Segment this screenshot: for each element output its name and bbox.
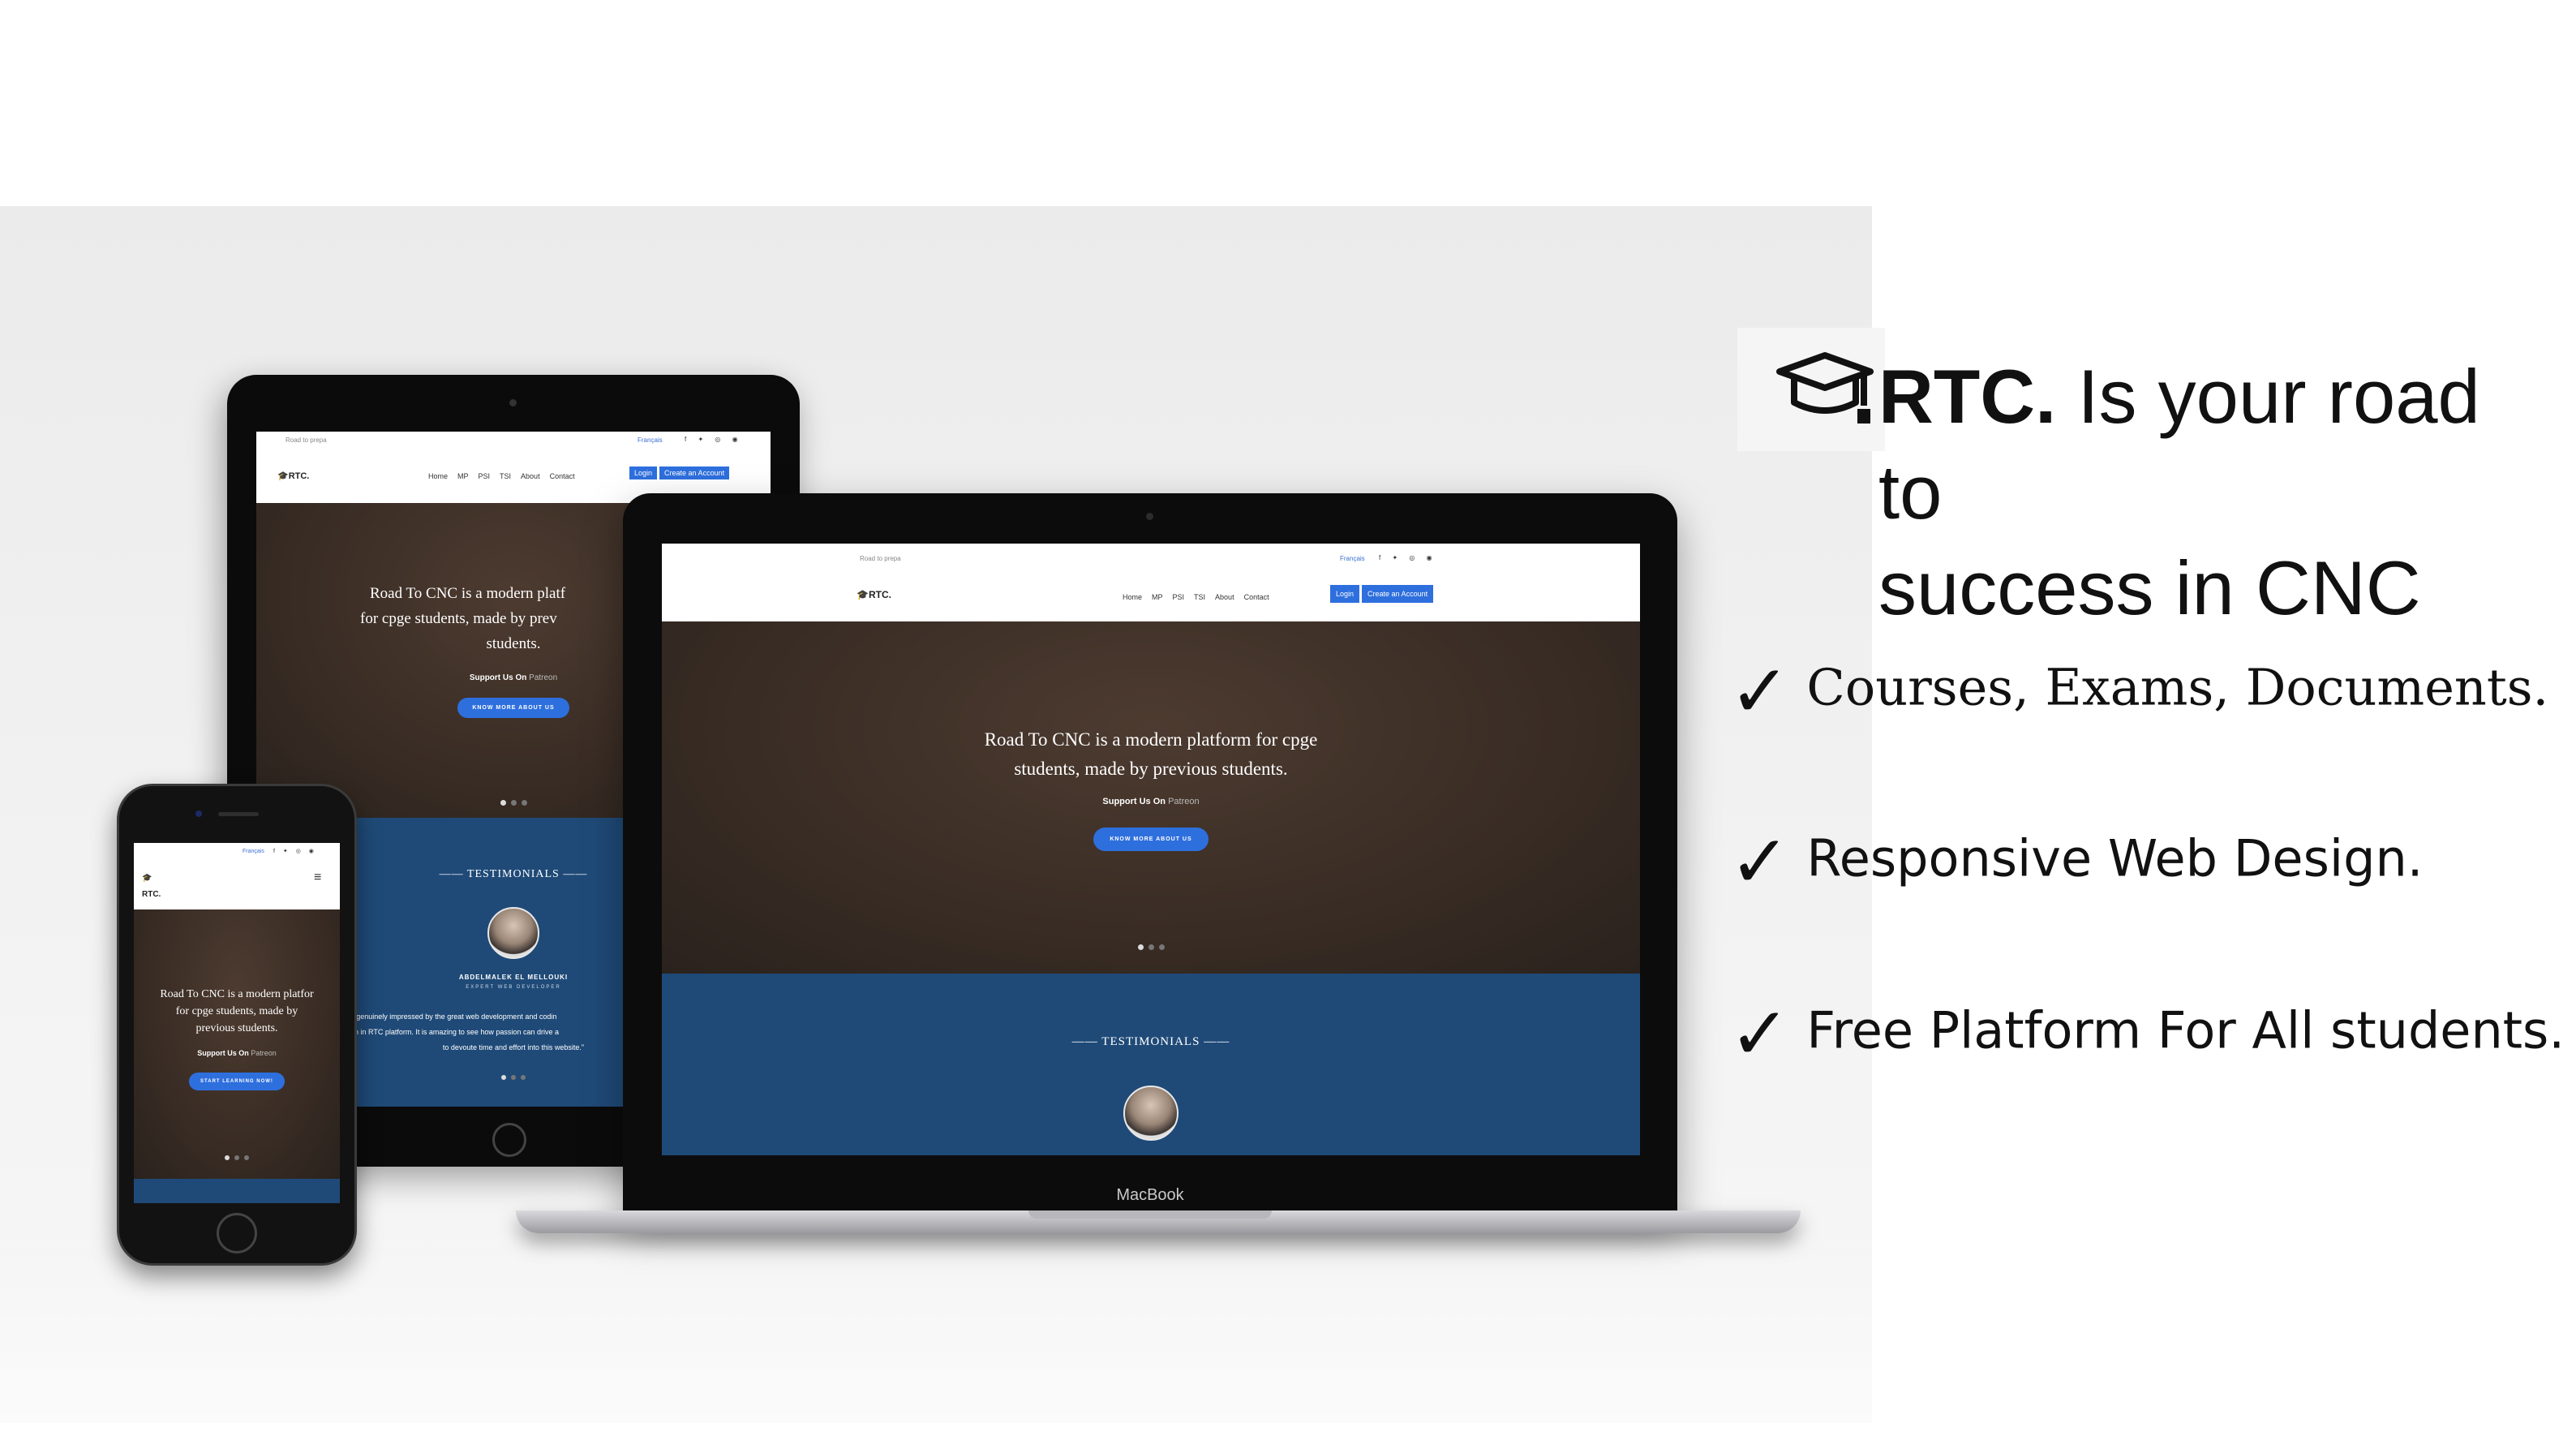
know-more-button[interactable]: KNOW MORE ABOUT US: [457, 698, 569, 718]
tablet-camera: [509, 399, 517, 406]
site-topbar: Français f ✦ ◎ ◉: [134, 843, 340, 862]
patreon-link[interactable]: Patreon: [529, 673, 557, 682]
tablet-home-button: [492, 1123, 526, 1157]
graduation-cap-icon: [1776, 352, 1874, 424]
login-button[interactable]: Login: [629, 467, 658, 479]
language-link[interactable]: Français: [243, 849, 264, 854]
check-icon: ✓: [1729, 819, 1791, 905]
avatar-wrap: [662, 1086, 1640, 1145]
phone-speaker: [218, 812, 259, 816]
site-logo[interactable]: 🎓RTC.: [277, 471, 309, 481]
patreon-link[interactable]: Patreon: [1168, 797, 1200, 806]
testimonials-heading: —— TESTIMONIALS ——: [1071, 1035, 1230, 1048]
site-topbar: Road to prepa Français f ✦ ◎ ◉: [256, 432, 771, 450]
phone-home-button: [217, 1213, 257, 1253]
create-account-button[interactable]: Create an Account: [659, 467, 730, 479]
nav-links: Home MP PSI TSI About Contact: [1113, 593, 1269, 601]
start-learning-button[interactable]: START LEARNING NOW!: [189, 1073, 285, 1090]
nav-psi[interactable]: PSI: [479, 472, 491, 480]
nav-contact[interactable]: Contact: [550, 472, 575, 480]
cta-wrap: START LEARNING NOW!: [134, 1072, 340, 1090]
avatar: [1123, 1086, 1179, 1141]
headline-brand: RTC.: [1878, 354, 2057, 439]
phone-device: Français f ✦ ◎ ◉ 🎓 RTC. ≡ Road To CNC is …: [117, 784, 357, 1266]
nav-actions: Login Create an Account: [1330, 585, 1434, 603]
feature-text: Free Platform For All students.: [1806, 1000, 2565, 1060]
social-icons[interactable]: f ✦ ◎ ◉: [273, 848, 317, 854]
laptop-camera: [1146, 513, 1153, 520]
nav-psi[interactable]: PSI: [1173, 593, 1185, 601]
laptop-notch: [1028, 1210, 1272, 1219]
phone-screen: Français f ✦ ◎ ◉ 🎓 RTC. ≡ Road To CNC is …: [134, 843, 340, 1203]
hero-section: Road To CNC is a modern platform for cpg…: [662, 621, 1640, 974]
hero-title: Road To CNC is a modern platfor for cpge…: [160, 988, 314, 1034]
laptop-screen: Road to prepa Français f ✦ ◎ ◉ 🎓RTC. Hom…: [662, 544, 1640, 1155]
site-nav: 🎓 RTC. ≡: [134, 861, 340, 909]
nav-tsi[interactable]: TSI: [500, 472, 511, 480]
mockup-floor: [0, 1246, 1872, 1423]
laptop-device: Road to prepa Français f ✦ ◎ ◉ 🎓RTC. Hom…: [623, 493, 1677, 1215]
site-nav: 🎓RTC. Home MP PSI TSI About Contact Login Crea…: [662, 573, 1640, 621]
hamburger-icon[interactable]: ≡: [314, 871, 321, 885]
feature-courses: ✓ Courses, Exams, Documents.: [1729, 649, 2573, 734]
laptop-brand-label: MacBook: [1116, 1186, 1184, 1204]
support-line: Support Us On Patreon: [197, 1049, 277, 1057]
phone-camera: [195, 810, 202, 817]
check-icon: ✓: [1729, 991, 1791, 1077]
site-logo[interactable]: 🎓RTC.: [142, 871, 161, 903]
feature-text: Responsive Web Design.: [1806, 828, 2424, 888]
cta-wrap: KNOW MORE ABOUT US: [662, 828, 1640, 851]
headline: RTC. Is your road to success in CNC: [1878, 349, 2560, 636]
headline-line2: success in CNC: [1878, 545, 2421, 630]
hero-title: Road To CNC is a modern platform for cpg…: [984, 729, 1318, 779]
nav-links: Home MP PSI TSI About Contact: [419, 472, 575, 480]
nav-actions: Login Create an Account: [629, 467, 730, 479]
nav-about[interactable]: About: [521, 472, 540, 480]
site-topbar: Road to prepa Français f ✦ ◎ ◉: [662, 544, 1640, 574]
topbar-tagline: Road to prepa: [286, 436, 327, 444]
hero-section: Road To CNC is a modern platfor for cpge…: [134, 909, 340, 1179]
patreon-link[interactable]: Patreon: [251, 1049, 277, 1057]
create-account-button[interactable]: Create an Account: [1362, 585, 1434, 603]
nav-tsi[interactable]: TSI: [1194, 593, 1205, 601]
nav-mp[interactable]: MP: [1152, 593, 1163, 601]
testimonials-section: [134, 1179, 340, 1203]
nav-contact[interactable]: Contact: [1244, 593, 1269, 601]
social-icons[interactable]: f ✦ ◎ ◉: [685, 436, 743, 443]
know-more-button[interactable]: KNOW MORE ABOUT US: [1093, 828, 1209, 851]
language-link[interactable]: Français: [638, 436, 663, 444]
nav-mp[interactable]: MP: [457, 472, 469, 480]
testimonials-section: —— TESTIMONIALS ——: [662, 974, 1640, 1155]
site-logo[interactable]: 🎓RTC.: [857, 589, 891, 600]
social-icons[interactable]: f ✦ ◎ ◉: [1379, 554, 1437, 561]
topbar-tagline: Road to prepa: [860, 555, 901, 562]
feature-free: ✓ Free Platform For All students.: [1729, 991, 2573, 1077]
nav-home[interactable]: Home: [1123, 593, 1142, 601]
carousel-dots[interactable]: [134, 1150, 340, 1164]
headline-line1: RTC. Is your road to: [1878, 349, 2560, 540]
language-link[interactable]: Français: [1340, 555, 1365, 562]
avatar: [487, 907, 539, 959]
feature-responsive: ✓ Responsive Web Design.: [1729, 819, 2573, 905]
login-button[interactable]: Login: [1330, 585, 1360, 603]
check-icon: ✓: [1729, 649, 1791, 734]
support-line: Support Us On Patreon: [1102, 797, 1200, 806]
feature-text: Courses, Exams, Documents.: [1806, 657, 2549, 717]
nav-about[interactable]: About: [1215, 593, 1234, 601]
carousel-dots[interactable]: [662, 939, 1640, 954]
nav-home[interactable]: Home: [428, 472, 448, 480]
